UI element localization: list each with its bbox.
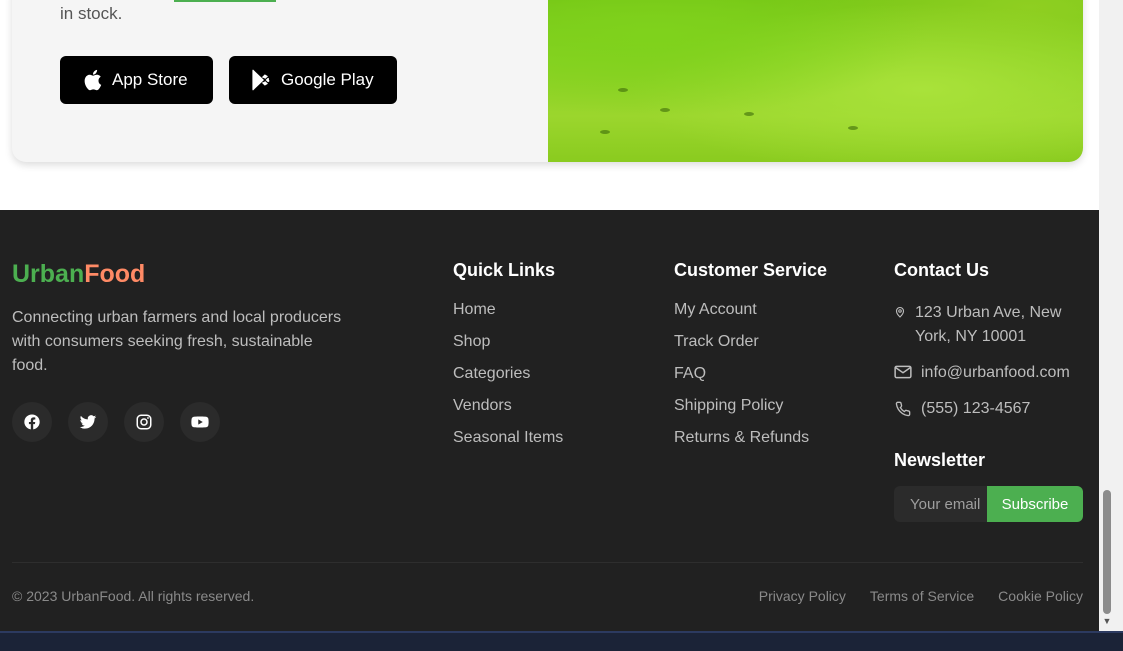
copyright-text: © 2023 UrbanFood. All rights reserved. xyxy=(12,588,255,604)
app-store-label: App Store xyxy=(112,70,188,89)
youtube-link[interactable] xyxy=(180,402,220,442)
contact-phone-text: (555) 123-4567 xyxy=(921,400,1031,417)
image-texture xyxy=(600,130,610,134)
app-store-button[interactable]: App Store xyxy=(60,56,213,104)
instagram-icon xyxy=(136,414,152,430)
footer-logo[interactable]: UrbanFood xyxy=(12,260,145,289)
footer-link-returns-refunds[interactable]: Returns & Refunds xyxy=(674,429,827,461)
facebook-icon xyxy=(24,414,40,430)
google-play-label: Google Play xyxy=(281,70,374,89)
twitter-link[interactable] xyxy=(68,402,108,442)
app-promo-image xyxy=(548,0,1083,162)
footer-link-shop[interactable]: Shop xyxy=(453,333,563,365)
contact-email[interactable]: info@urbanfood.com xyxy=(894,361,1089,385)
footer-link-categories[interactable]: Categories xyxy=(453,365,563,397)
envelope-icon xyxy=(894,365,912,379)
instagram-link[interactable] xyxy=(124,402,164,442)
quick-links-column: Quick Links Home Shop Categories Vendors… xyxy=(453,260,563,461)
stock-text: in stock. xyxy=(60,4,123,23)
image-texture xyxy=(618,88,628,92)
contact-phone[interactable]: (555) 123-4567 xyxy=(894,397,1089,421)
contact-title: Contact Us xyxy=(894,260,990,280)
image-texture xyxy=(744,112,754,116)
image-texture xyxy=(660,108,670,112)
newsletter-form: Subscribe xyxy=(894,486,1083,522)
footer-tagline: Connecting urban farmers and local produ… xyxy=(12,309,342,374)
social-links xyxy=(12,402,236,442)
highlight-bar xyxy=(174,0,276,2)
scroll-down-arrow-icon[interactable]: ▼ xyxy=(1101,616,1113,628)
brand-part-food: Food xyxy=(84,260,146,288)
subscribe-button[interactable]: Subscribe xyxy=(987,486,1083,522)
scrollbar-thumb[interactable] xyxy=(1103,490,1111,614)
image-texture xyxy=(848,126,858,130)
newsletter-title: Newsletter xyxy=(894,450,986,470)
contact-address: 123 Urban Ave, New York, NY 10001 xyxy=(894,301,1089,349)
app-download-card: in stock. App Store Google Play xyxy=(12,0,1083,162)
cookie-policy-link[interactable]: Cookie Policy xyxy=(998,588,1083,604)
os-taskbar xyxy=(0,631,1123,651)
youtube-icon xyxy=(191,416,209,428)
google-play-icon xyxy=(252,69,270,91)
brand-part-urban: Urban xyxy=(12,260,85,288)
contact-email-text: info@urbanfood.com xyxy=(921,364,1070,381)
privacy-policy-link[interactable]: Privacy Policy xyxy=(759,588,846,604)
footer-link-faq[interactable]: FAQ xyxy=(674,365,827,397)
google-play-button[interactable]: Google Play xyxy=(229,56,397,104)
vertical-scrollbar[interactable]: ▼ xyxy=(1099,0,1123,631)
apple-icon xyxy=(84,69,102,91)
footer-divider xyxy=(12,562,1083,563)
footer-link-seasonal-items[interactable]: Seasonal Items xyxy=(453,429,563,461)
legal-links: Privacy Policy Terms of Service Cookie P… xyxy=(735,588,1083,604)
footer-link-home[interactable]: Home xyxy=(453,301,563,333)
terms-of-service-link[interactable]: Terms of Service xyxy=(870,588,974,604)
site-footer: UrbanFood Connecting urban farmers and l… xyxy=(0,210,1099,631)
footer-link-shipping-policy[interactable]: Shipping Policy xyxy=(674,397,827,429)
app-download-section: in stock. App Store Google Play xyxy=(0,0,1099,210)
customer-service-title: Customer Service xyxy=(674,260,828,280)
footer-link-my-account[interactable]: My Account xyxy=(674,301,827,333)
customer-service-list: My Account Track Order FAQ Shipping Poli… xyxy=(674,301,827,461)
quick-links-list: Home Shop Categories Vendors Seasonal It… xyxy=(453,301,563,461)
footer-link-track-order[interactable]: Track Order xyxy=(674,333,827,365)
quick-links-title: Quick Links xyxy=(453,260,556,280)
contact-column: Contact Us 123 Urban Ave, New York, NY 1… xyxy=(894,260,1089,421)
phone-icon xyxy=(895,401,911,417)
footer-link-vendors[interactable]: Vendors xyxy=(453,397,563,429)
map-pin-icon xyxy=(895,306,905,318)
contact-address-text: 123 Urban Ave, New York, NY 10001 xyxy=(915,304,1062,345)
newsletter-email-input[interactable] xyxy=(894,486,987,522)
facebook-link[interactable] xyxy=(12,402,52,442)
customer-service-column: Customer Service My Account Track Order … xyxy=(674,260,827,461)
twitter-icon xyxy=(79,415,97,429)
